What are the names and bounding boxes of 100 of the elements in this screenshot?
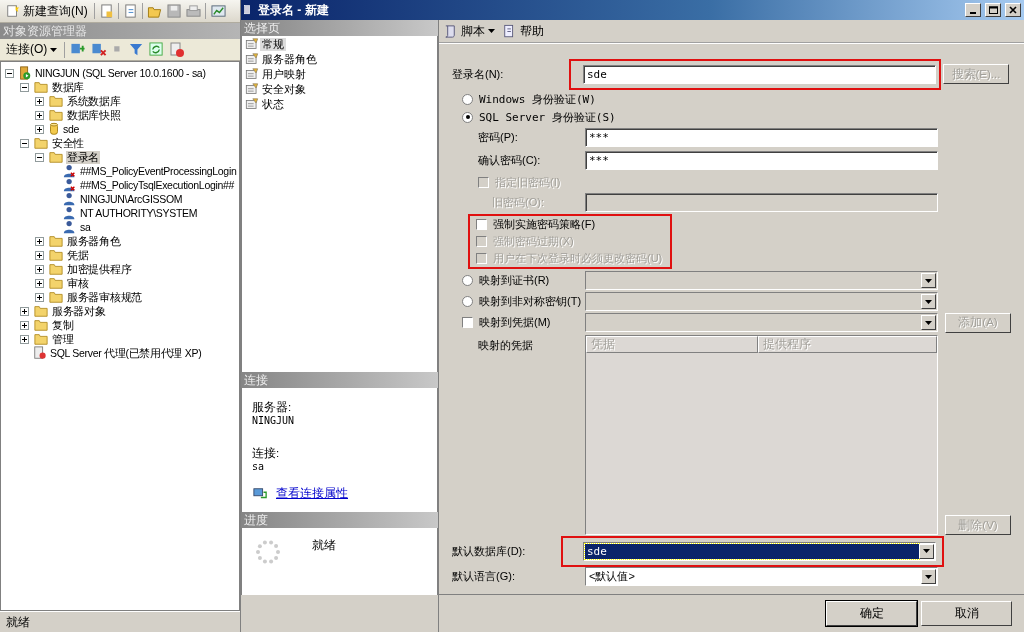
tree-item[interactable]: 复制 — [51, 318, 75, 332]
folder-icon — [48, 262, 64, 276]
tree-item[interactable]: 服务器角色 — [66, 234, 122, 248]
minimize-button[interactable] — [965, 3, 981, 17]
dropdown-value: sde — [585, 543, 919, 559]
radio-label: 映射到非对称密钥(T) — [479, 295, 582, 308]
tree-item[interactable]: 加密提供程序 — [66, 262, 133, 276]
dropdown[interactable] — [585, 292, 938, 311]
filter-icon — [129, 42, 145, 57]
page-icon — [244, 67, 260, 81]
panel-title: 对象资源管理器 — [0, 23, 240, 39]
folder-icon — [33, 318, 49, 332]
radio-button[interactable] — [462, 93, 473, 105]
page-item[interactable]: 用户映射 — [260, 67, 308, 81]
default-database-dropdown[interactable]: sde — [583, 541, 936, 561]
field-label: 确认密码(C): — [478, 153, 542, 168]
radio-button[interactable] — [462, 111, 473, 123]
tree-item[interactable]: 凭据 — [66, 248, 90, 262]
tree-item[interactable]: NINGJUN\ArcGISSOM — [79, 192, 184, 206]
collapse-icon[interactable] — [35, 152, 44, 162]
new-document-icon — [6, 4, 20, 18]
close-icon — [1009, 6, 1017, 14]
expand-icon[interactable] — [20, 320, 29, 330]
checkbox[interactable] — [476, 219, 487, 230]
expand-icon[interactable] — [35, 96, 44, 106]
field-label: 默认数据库(D): — [452, 543, 527, 559]
collapse-icon[interactable] — [5, 68, 14, 78]
confirm-password-field[interactable]: *** — [585, 151, 938, 170]
user-icon — [63, 220, 77, 234]
connection-properties-link[interactable]: 查看连接属性 — [276, 486, 348, 501]
tree-item[interactable]: 登录名 — [66, 150, 101, 164]
expand-icon[interactable] — [35, 124, 44, 134]
tree-item[interactable]: sa — [79, 220, 92, 234]
server-label: 服务器: — [252, 400, 293, 415]
help-button[interactable]: 帮助 — [501, 21, 546, 41]
tree-item[interactable]: 管理 — [51, 332, 75, 346]
section-header: 选择页 — [241, 20, 438, 36]
user-icon — [63, 192, 77, 206]
caret-icon — [50, 47, 58, 52]
expand-icon[interactable] — [35, 110, 44, 120]
password-field[interactable]: *** — [585, 128, 938, 147]
tree-item[interactable]: 数据库 — [51, 80, 86, 94]
page-item[interactable]: 常规 — [260, 37, 286, 51]
tree-item[interactable]: NT AUTHORITY\SYSTEM — [79, 206, 199, 220]
expand-icon[interactable] — [20, 334, 29, 344]
close-button[interactable] — [1005, 3, 1021, 17]
connection-properties-icon — [252, 486, 268, 501]
dropdown[interactable] — [585, 271, 938, 290]
folder-icon — [48, 234, 64, 248]
radio-button[interactable] — [462, 275, 473, 286]
tree-item[interactable]: 系统数据库 — [66, 94, 122, 108]
tree-item[interactable]: 服务器审核规范 — [66, 290, 143, 304]
progress-status: 就绪 — [312, 538, 336, 553]
radio-label: 映射到证书(R) — [479, 274, 550, 287]
field-label: 默认语言(G): — [452, 569, 516, 584]
folder-icon — [33, 304, 49, 318]
user-icon — [63, 206, 77, 220]
expand-icon[interactable] — [20, 306, 29, 316]
tree-item[interactable]: 数据库快照 — [66, 108, 122, 122]
connection-label: 连接: — [252, 446, 281, 461]
expand-icon[interactable] — [35, 250, 44, 260]
default-language-dropdown[interactable]: <默认值> — [585, 567, 938, 586]
expand-icon[interactable] — [35, 292, 44, 302]
caret-icon — [925, 278, 932, 283]
chart-icon — [209, 3, 227, 19]
page-item[interactable]: 安全对象 — [260, 82, 308, 96]
script-button[interactable]: 脚本 — [441, 21, 497, 41]
tree-item[interactable]: sde — [62, 122, 81, 136]
maximize-icon — [988, 6, 998, 14]
checkbox[interactable] — [462, 317, 473, 328]
collapse-icon[interactable] — [20, 138, 29, 148]
folder-icon — [33, 136, 49, 150]
tree-item[interactable]: 安全性 — [51, 136, 86, 150]
cancel-button[interactable]: 取消 — [921, 601, 1012, 626]
ok-button[interactable]: 确定 — [826, 601, 917, 626]
agent-icon — [33, 346, 47, 360]
tree-item[interactable]: SQL Server 代理(已禁用代理 XP) — [49, 346, 203, 360]
expand-icon[interactable] — [35, 278, 44, 288]
expand-icon[interactable] — [35, 264, 44, 274]
radio-button[interactable] — [462, 296, 473, 307]
document-icon — [98, 3, 114, 19]
page-item[interactable]: 服务器角色 — [260, 52, 319, 66]
dropdown[interactable] — [585, 313, 938, 332]
maximize-button[interactable] — [985, 3, 1001, 17]
server-name: NINGJUN — [252, 415, 296, 426]
tree-item[interactable]: NINGJUN (SQL Server 10.0.1600 - sa) — [34, 66, 207, 80]
collapse-icon[interactable] — [20, 82, 29, 92]
dropdown-value: <默认值> — [588, 569, 636, 584]
tree-item[interactable]: ##MS_PolicyEventProcessingLogin — [79, 164, 238, 178]
user-icon — [63, 178, 77, 192]
login-name-field[interactable]: sde — [583, 64, 936, 84]
tree-item[interactable]: ##MS_PolicyTsqlExecutionLogin## — [79, 178, 236, 192]
document-icon — [122, 3, 138, 19]
caret-icon — [488, 29, 495, 33]
page-item[interactable]: 状态 — [260, 97, 286, 111]
tree-item[interactable]: 审核 — [66, 276, 90, 290]
tree-item[interactable]: 服务器对象 — [51, 304, 107, 318]
folder-icon — [48, 94, 64, 108]
expand-icon[interactable] — [35, 236, 44, 246]
folder-icon — [33, 332, 49, 346]
